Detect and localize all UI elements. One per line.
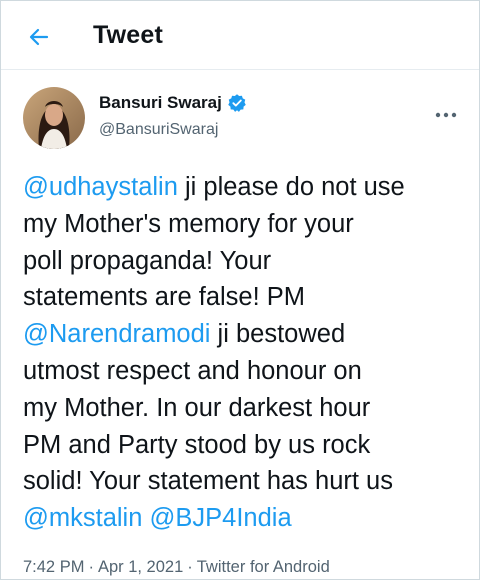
tweet-screen: Tweet Bansuri Swaraj @BansuriSwaraj @udh… bbox=[0, 0, 480, 580]
tweet-text-segment: my Mother. In our darkest hour bbox=[23, 393, 371, 422]
tweet-line: @Narendramodi ji bestowed bbox=[23, 316, 469, 353]
tweet-text-segment: ji bestowed bbox=[210, 320, 346, 349]
tweet-line: utmost respect and honour on bbox=[23, 353, 469, 390]
tweet-text-segment bbox=[142, 504, 149, 532]
meta-separator: · bbox=[187, 558, 193, 576]
tweet-text-segment: utmost respect and honour on bbox=[23, 356, 362, 385]
tweet-line: @mkstalin @BJP4India bbox=[23, 500, 469, 537]
tweet-text-segment: my Mother's memory for your bbox=[23, 209, 354, 238]
tweet-source[interactable]: Twitter for Android bbox=[197, 558, 330, 576]
author-name[interactable]: Bansuri Swaraj bbox=[99, 93, 222, 113]
tweet-author: Bansuri Swaraj @BansuriSwaraj bbox=[23, 87, 463, 151]
tweet-line: my Mother's memory for your bbox=[23, 206, 469, 243]
arrow-left-icon bbox=[29, 28, 49, 46]
more-horizontal-icon bbox=[435, 112, 457, 118]
tweet-text-segment: statements are false! PM bbox=[23, 283, 306, 312]
tweet-line: @udhaystalin ji please do not use bbox=[23, 169, 469, 206]
tweet-text: @udhaystalin ji please do not use my Moth… bbox=[23, 169, 469, 537]
top-bar: Tweet bbox=[1, 1, 479, 70]
tweet-line: solid! Your statement has hurt us bbox=[23, 463, 469, 500]
mention-link[interactable]: @mkstalin bbox=[23, 504, 142, 532]
tweet-line: my Mother. In our darkest hour bbox=[23, 390, 469, 427]
author-name-row: Bansuri Swaraj bbox=[99, 93, 247, 113]
page-title: Tweet bbox=[93, 21, 163, 49]
author-handle[interactable]: @BansuriSwaraj bbox=[99, 121, 218, 139]
tweet-text-segment: PM and Party stood by us rock bbox=[23, 430, 371, 459]
tweet-line: statements are false! PM bbox=[23, 279, 469, 316]
tweet-text-segment: poll propaganda! Your bbox=[23, 246, 272, 275]
tweet-date: Apr 1, 2021 bbox=[97, 558, 184, 576]
tweet-time: 7:42 PM bbox=[23, 558, 85, 576]
verified-badge-icon bbox=[227, 93, 247, 113]
meta-separator: · bbox=[88, 558, 94, 576]
tweet-line: poll propaganda! Your bbox=[23, 243, 469, 280]
tweet-line: PM and Party stood by us rock bbox=[23, 427, 469, 464]
avatar-image bbox=[23, 87, 85, 149]
mention-link[interactable]: @Narendramodi bbox=[23, 320, 210, 348]
mention-link[interactable]: @udhaystalin bbox=[23, 173, 178, 201]
mention-link[interactable]: @BJP4India bbox=[150, 504, 292, 532]
tweet-meta: 7:42 PM · Apr 1, 2021 · Twitter for Android bbox=[23, 558, 330, 577]
tweet-text-segment: solid! Your statement has hurt us bbox=[23, 467, 393, 496]
avatar[interactable] bbox=[23, 87, 85, 149]
back-button[interactable] bbox=[23, 21, 55, 53]
more-options-button[interactable] bbox=[431, 105, 461, 125]
tweet-text-segment: ji please do not use bbox=[177, 173, 405, 201]
